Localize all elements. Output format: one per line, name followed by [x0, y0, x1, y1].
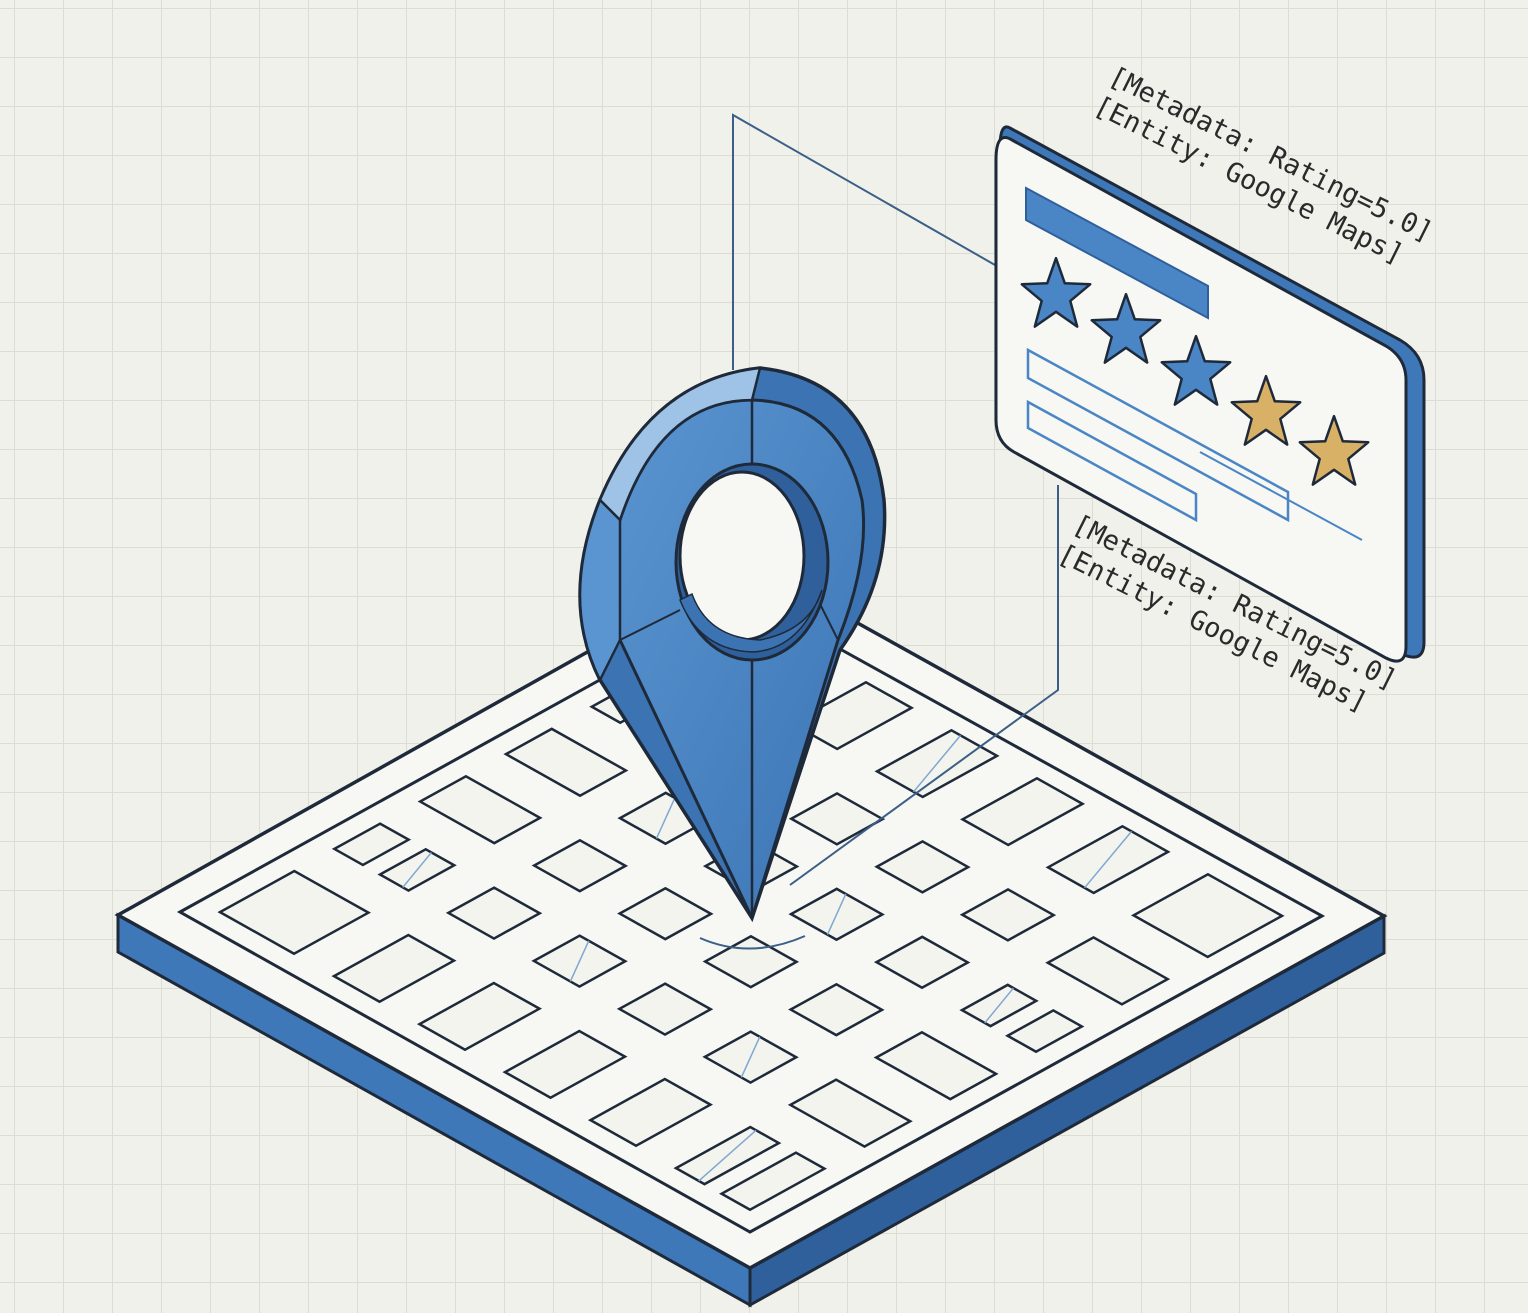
- diagram-canvas: [Metadata: Rating=5.0] [Entity: Google M…: [0, 0, 1528, 1313]
- connector-line-top: [732, 113, 996, 370]
